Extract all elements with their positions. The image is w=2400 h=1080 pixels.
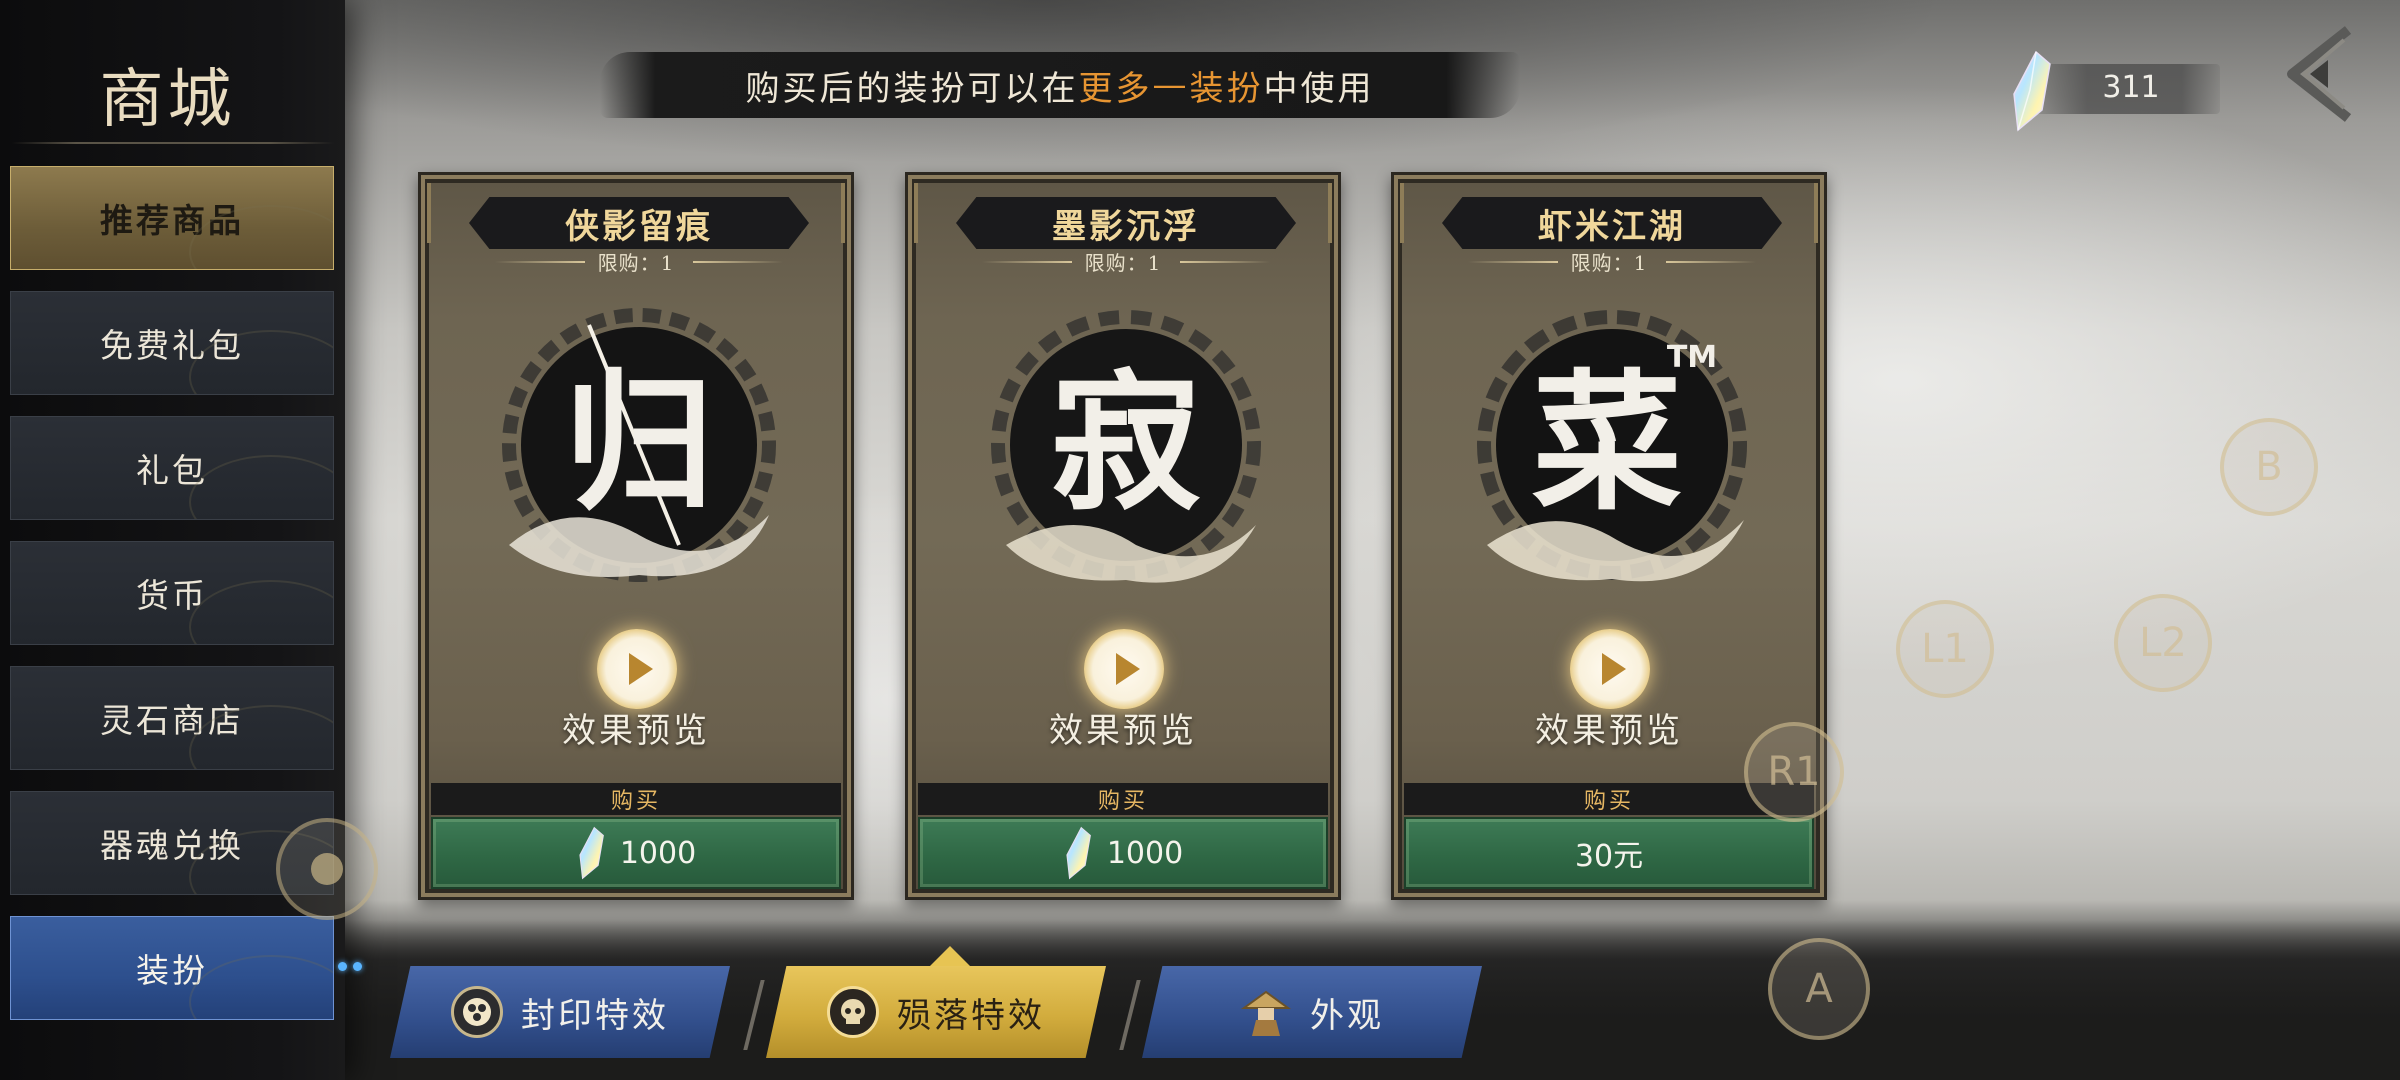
- tab-fall-effect[interactable]: 殒落特效: [766, 966, 1106, 1058]
- buy-button[interactable]: 1000: [918, 817, 1328, 889]
- sidebar-item-gift-pack[interactable]: 礼包: [10, 416, 334, 520]
- sidebar: 商城 推荐商品 免费礼包 礼包 货币 灵石商店 器魂兑换 装扮: [0, 0, 345, 1080]
- card-limit-line: [1666, 261, 1756, 263]
- gamepad-l1-button[interactable]: L1: [1896, 600, 1994, 698]
- preview-play-button[interactable]: [1570, 629, 1650, 709]
- sidebar-title: 商城: [99, 63, 236, 137]
- card-limit-line: [693, 261, 783, 263]
- play-icon: [1116, 653, 1140, 685]
- gamepad-l2-button[interactable]: L2: [2114, 594, 2212, 692]
- gamepad-b-button[interactable]: B: [2220, 418, 2318, 516]
- preview-label: 效果预览: [1049, 711, 1197, 751]
- preview-play-button[interactable]: [597, 629, 677, 709]
- emblem-character: 归: [564, 355, 714, 531]
- banner-text-suffix: 中使用: [1263, 68, 1375, 109]
- price-value: 1000: [619, 835, 697, 871]
- tab-appearance[interactable]: 外观: [1142, 966, 1482, 1058]
- card-ornament: [1800, 183, 1818, 243]
- card-title: 墨影沉浮: [956, 197, 1296, 249]
- sidebar-divider: [12, 142, 334, 144]
- gamepad-a-button[interactable]: A: [1768, 938, 1870, 1040]
- crystal-icon: [1066, 826, 1091, 880]
- seal-icon: [451, 986, 503, 1038]
- tab-seal-effect[interactable]: 封印特效: [390, 966, 730, 1058]
- ink-emblem: 归: [502, 308, 776, 582]
- straw-hat-figure-icon: [1240, 986, 1292, 1038]
- sidebar-item-label: 礼包: [136, 451, 208, 490]
- sidebar-item-cosmetics[interactable]: 装扮: [10, 916, 334, 1020]
- trademark-mark: TM: [1667, 340, 1717, 375]
- buy-label: 购买: [918, 783, 1328, 815]
- card-title: 侠影留痕: [469, 197, 809, 249]
- crystal-icon: [579, 826, 604, 880]
- currency-value: 311: [2102, 70, 2160, 105]
- card-ornament: [1400, 183, 1418, 243]
- card-limit: 限购：1: [597, 251, 675, 275]
- active-indicator-dots: [338, 962, 368, 974]
- sidebar-item-label: 推荐商品: [100, 201, 244, 240]
- product-card: 侠影留痕 限购：1 归 效果预览 购买 1000: [418, 172, 854, 900]
- skull-icon: [827, 986, 879, 1038]
- tab-label: 封印特效: [521, 995, 669, 1036]
- card-limit: 限购：1: [1084, 251, 1162, 275]
- tab-label: 外观: [1310, 995, 1384, 1036]
- info-banner: 购买后的装扮可以在 更多 — 装扮 中使用: [600, 52, 1520, 118]
- price-value: 1000: [1106, 835, 1184, 871]
- card-ornament: [827, 183, 845, 243]
- emblem-character: 菜: [1532, 355, 1682, 531]
- card-limit-line: [1180, 261, 1270, 263]
- sidebar-item-label: 货币: [136, 576, 208, 615]
- preview-play-button[interactable]: [1084, 629, 1164, 709]
- sidebar-item-label: 免费礼包: [100, 326, 244, 365]
- sidebar-item-label: 灵石商店: [100, 701, 244, 740]
- emblem-character: 寂: [1051, 355, 1201, 531]
- gamepad-r1-button[interactable]: R1: [1744, 722, 1844, 822]
- play-icon: [1602, 653, 1626, 685]
- sidebar-item-currency[interactable]: 货币: [10, 541, 334, 645]
- back-icon[interactable]: [2270, 24, 2354, 124]
- ink-emblem: 寂: [991, 310, 1261, 583]
- buy-label: 购买: [431, 783, 841, 815]
- banner-highlight-more: 更多: [1078, 68, 1153, 109]
- card-ornament: [914, 183, 932, 243]
- crystal-icon: [2013, 50, 2051, 132]
- product-card: 墨影沉浮 限购：1 寂 效果预览 购买 1000: [905, 172, 1341, 900]
- sidebar-item-free-gift[interactable]: 免费礼包: [10, 291, 334, 395]
- sidebar-item-label: 器魂兑换: [100, 826, 244, 865]
- card-ornament: [427, 183, 445, 243]
- card-ornament: [1314, 183, 1332, 243]
- card-title: 虾米江湖: [1442, 197, 1782, 249]
- play-icon: [629, 653, 653, 685]
- banner-highlight-cosmetics: 装扮: [1189, 68, 1264, 109]
- sidebar-item-recommended[interactable]: 推荐商品: [10, 166, 334, 270]
- price-value: 30元: [1574, 839, 1644, 874]
- buy-button[interactable]: 30元: [1404, 817, 1814, 889]
- buy-button[interactable]: 1000: [431, 817, 841, 889]
- banner-text-prefix: 购买后的装扮可以在: [745, 68, 1079, 109]
- ink-emblem: 菜 TM: [1477, 310, 1747, 582]
- virtual-joystick[interactable]: [276, 818, 378, 920]
- tab-label: 殒落特效: [897, 995, 1045, 1036]
- sidebar-item-spirit-stone-shop[interactable]: 灵石商店: [10, 666, 334, 770]
- preview-label: 效果预览: [562, 711, 710, 751]
- card-limit: 限购：1: [1570, 251, 1648, 275]
- banner-dash: —: [1152, 65, 1190, 105]
- sidebar-item-label: 装扮: [136, 951, 208, 990]
